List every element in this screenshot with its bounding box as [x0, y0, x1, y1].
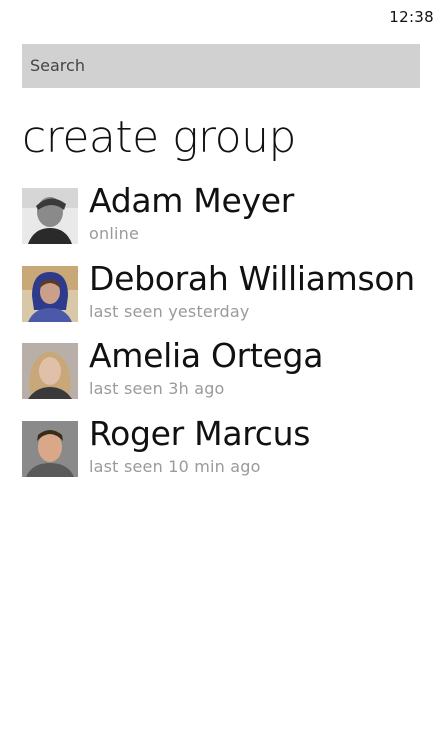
- contact-status: online: [89, 224, 140, 243]
- search-placeholder: Search: [30, 56, 85, 75]
- contact-status: last seen 10 min ago: [89, 456, 261, 476]
- contact-name: Deborah Williamson: [89, 258, 415, 298]
- contact-item-adam-meyer[interactable]: Adam Meyer online: [22, 181, 432, 264]
- page-title: create group: [22, 112, 296, 163]
- contact-name: Adam Meyer: [89, 181, 294, 220]
- search-input[interactable]: Search: [22, 44, 420, 88]
- status-bar: 12:38: [0, 0, 443, 34]
- contact-status: last seen 3h ago: [89, 379, 225, 398]
- avatar: [22, 343, 78, 399]
- contact-list: Adam Meyer online Deborah Williamson las…: [22, 181, 432, 497]
- contact-status: last seen yesterday: [89, 301, 250, 321]
- contact-name: Amelia Ortega: [89, 336, 324, 375]
- status-time: 12:38: [389, 8, 434, 26]
- contact-name: Roger Marcus: [89, 413, 311, 453]
- contact-item-deborah-williamson[interactable]: Deborah Williamson last seen yesterday: [22, 259, 432, 342]
- avatar: [22, 265, 78, 322]
- contact-item-amelia-ortega[interactable]: Amelia Ortega last seen 3h ago: [22, 336, 432, 419]
- contact-item-roger-marcus[interactable]: Roger Marcus last seen 10 min ago: [22, 414, 432, 497]
- avatar: [22, 188, 78, 244]
- avatar: [22, 420, 78, 477]
